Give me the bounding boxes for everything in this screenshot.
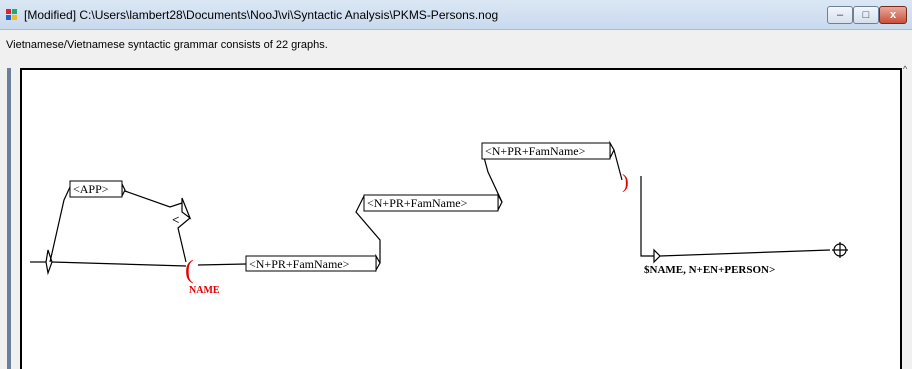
node-app[interactable]: <APP>: [69, 180, 123, 198]
node-lt-label: <: [172, 212, 179, 227]
node-output[interactable]: $NAME, N+EN+PERSON>: [644, 264, 775, 276]
node-famname-1[interactable]: <N+PR+FamName>: [245, 255, 377, 272]
node-famname-2-label: <N+PR+FamName>: [367, 196, 468, 210]
node-output-label: $NAME, N+EN+PERSON>: [644, 264, 775, 276]
node-close-paren[interactable]: ): [622, 171, 629, 193]
node-famname-3[interactable]: <N+PR+FamName>: [481, 142, 611, 160]
node-close-paren-label: ): [622, 171, 629, 193]
node-famname-2[interactable]: <N+PR+FamName>: [363, 194, 499, 212]
node-famname-1-label: <N+PR+FamName>: [249, 257, 350, 271]
grammar-graph: <APP> < ( NAME <N+PR+FamName> <N+PR+FamN…: [30, 140, 848, 296]
node-lt[interactable]: <: [172, 212, 179, 227]
variable-name-label: NAME: [189, 285, 220, 296]
node-famname-3-label: <N+PR+FamName>: [485, 144, 586, 158]
node-app-label: <APP>: [73, 182, 109, 196]
node-open-paren[interactable]: ( NAME: [185, 255, 220, 296]
node-open-paren-label: (: [185, 255, 194, 284]
